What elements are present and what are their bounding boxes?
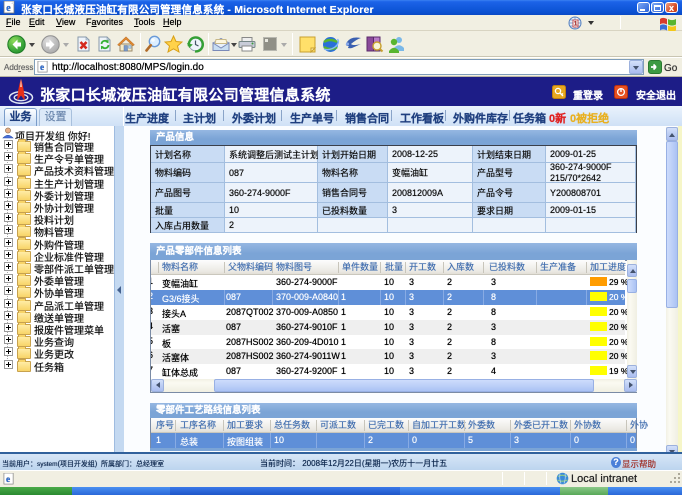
svg-text:e: e (40, 62, 44, 72)
svg-text:e: e (6, 3, 11, 14)
svg-text:e: e (6, 474, 10, 484)
svg-text:1: 1 (574, 21, 578, 28)
